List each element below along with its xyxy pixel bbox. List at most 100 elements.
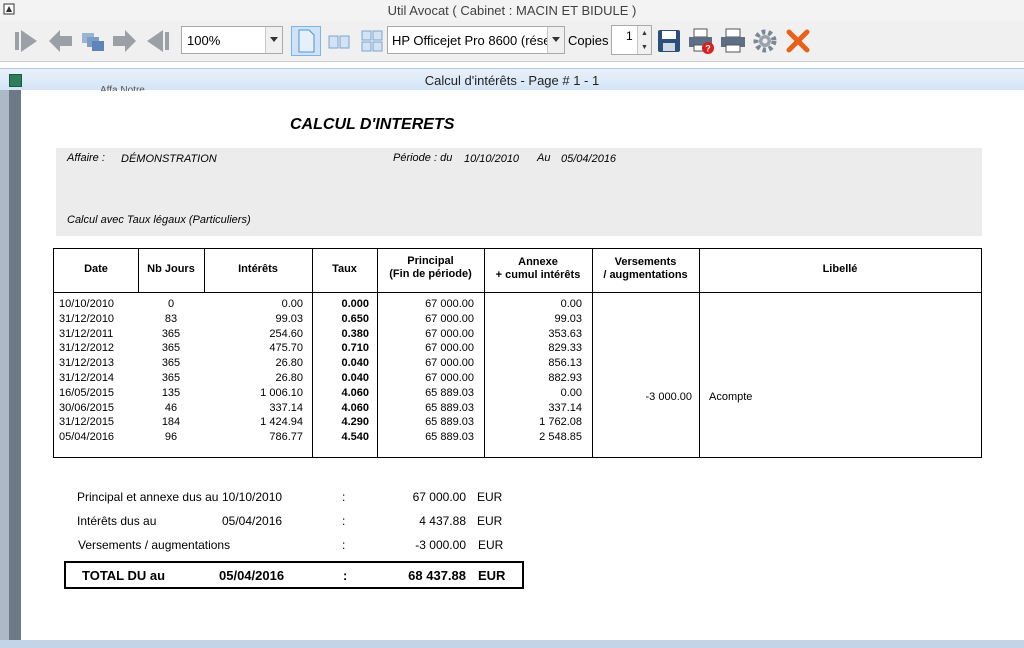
- next-page-button[interactable]: [110, 26, 140, 56]
- cell-annexe: 2 548.85: [539, 431, 582, 444]
- col-header-versements-line2: / augmentations: [603, 269, 688, 281]
- cell-date: 05/04/2016: [59, 431, 115, 444]
- table-row: 05/04/2016 96 786.77 4.540 65 889.03 2 548.85: [54, 430, 981, 445]
- interets-due-date: 05/04/2016: [222, 514, 283, 528]
- cell-principal: 65 889.03: [425, 401, 474, 414]
- cell-interets: 99.03: [275, 312, 303, 325]
- first-page-button[interactable]: [11, 26, 41, 56]
- print-button[interactable]: [718, 26, 748, 56]
- table-row: 31/12/2010 83 99.03 0.650 67 000.00 99.03: [54, 312, 981, 327]
- cell-jours: 46: [164, 401, 178, 414]
- four-page-view-button[interactable]: [357, 26, 387, 56]
- cell-taux: 0.650: [341, 312, 369, 325]
- table-row: 10/10/2010 0 0.00 0.000 67 000.00 0.00: [54, 297, 981, 312]
- document-title: Calcul d'intérêts - Page # 1 - 1: [424, 73, 600, 88]
- cell-annexe: 0.00: [560, 298, 582, 310]
- save-button[interactable]: [655, 26, 683, 56]
- col-header-principal-line1: Principal: [407, 255, 454, 267]
- versements-label: Versements / augmentations: [78, 538, 231, 552]
- periode-label: Période : du: [393, 152, 453, 164]
- report-title: CALCUL D'INTERETS: [290, 116, 455, 133]
- col-header-nb-jours: Nb Jours: [147, 263, 195, 275]
- cell-taux: 0.040: [341, 372, 369, 384]
- cell-jours: 365: [161, 327, 181, 340]
- prev-page-button[interactable]: [45, 26, 75, 56]
- header-separator: [54, 292, 981, 293]
- multi-page-icon: [82, 33, 104, 51]
- copies-stepper[interactable]: 1 ▲ ▼: [611, 25, 652, 55]
- printer-dropdown-arrow[interactable]: [547, 27, 564, 53]
- cell-jours: 83: [164, 312, 178, 325]
- interest-table: Date Nb Jours Intérêts Taux Principal (F…: [53, 248, 982, 458]
- close-preview-button[interactable]: [783, 26, 813, 56]
- last-page-icon: [147, 30, 169, 52]
- affaire-label: Affaire :: [67, 152, 105, 164]
- cell-taux: 4.290: [341, 416, 369, 429]
- window-title: Util Avocat ( Cabinet : MACIN ET BIDULE …: [387, 3, 637, 18]
- periode-au: Au: [537, 152, 551, 164]
- cell-jours: 96: [164, 431, 178, 444]
- prev-page-icon: [49, 30, 72, 52]
- next-page-icon: [113, 30, 136, 52]
- col-header-interets: Intérêts: [238, 263, 278, 275]
- copies-down-button[interactable]: ▼: [637, 40, 651, 54]
- cell-taux: 0.380: [341, 327, 369, 340]
- cell-annexe: 856.13: [548, 357, 582, 370]
- cell-interets: 26.80: [275, 372, 303, 384]
- col-header-principal-line2: (Fin de période): [389, 268, 472, 280]
- interets-due-value: 4 437.88: [419, 514, 466, 528]
- chevron-down-icon: [552, 37, 560, 42]
- bottom-border: [0, 640, 1024, 648]
- two-page-view-icon: [328, 35, 350, 49]
- two-page-view-button[interactable]: [324, 26, 354, 56]
- multi-page-button[interactable]: [78, 26, 108, 56]
- principal-currency: EUR: [477, 490, 503, 504]
- cell-jours: 135: [161, 386, 181, 399]
- col-header-taux: Taux: [332, 263, 357, 275]
- cell-principal: 67 000.00: [425, 372, 474, 384]
- cell-annexe: 0.00: [560, 386, 582, 399]
- zoom-select[interactable]: 100%: [181, 26, 283, 54]
- vertical-scrollbar[interactable]: [9, 90, 21, 648]
- affaire-value: DÉMONSTRATION: [121, 153, 217, 165]
- cell-annexe: 1 762.08: [539, 416, 582, 429]
- table-row: 16/05/2015 135 1 006.10 4.060 65 889.03 0.00: [54, 386, 981, 401]
- cell-annexe: 337.14: [548, 401, 582, 414]
- versements-colon: :: [342, 538, 346, 552]
- save-icon: [658, 30, 680, 52]
- settings-button[interactable]: [750, 26, 780, 56]
- table-row: 31/12/2011 365 254.60 0.380 67 000.00 353.63: [54, 327, 981, 342]
- four-page-view-icon: [361, 30, 383, 52]
- principal-due-value: 67 000.00: [412, 490, 466, 504]
- cell-taux: 0.710: [341, 342, 369, 355]
- cell-date: 10/10/2010: [59, 298, 115, 310]
- cell-annexe: 353.63: [548, 327, 582, 340]
- printer-value: HP Officejet Pro 8600 (rése: [392, 33, 551, 48]
- cell-jours: 365: [161, 372, 181, 384]
- print-preview-toolbar: 100% HP Officejet Pro 8600 (rése Copies …: [0, 21, 1024, 62]
- zoom-dropdown-arrow[interactable]: [265, 27, 282, 53]
- settings-gear-icon: [753, 29, 777, 53]
- col-header-annexe-line1: Annexe: [518, 256, 558, 268]
- cell-principal: 67 000.00: [425, 327, 474, 340]
- print-help-button[interactable]: ?: [686, 26, 716, 56]
- total-label: TOTAL DU au: [82, 568, 166, 583]
- interets-currency: EUR: [477, 514, 503, 528]
- last-page-button[interactable]: [143, 26, 173, 56]
- cell-interets: 254.60: [269, 327, 303, 340]
- cell-annexe: 99.03: [554, 312, 582, 325]
- close-icon: [786, 29, 810, 53]
- copies-up-button[interactable]: ▲: [637, 26, 651, 40]
- table-row: 31/12/2012 365 475.70 0.710 67 000.00 829.33: [54, 341, 981, 356]
- cell-date: 31/12/2013: [59, 357, 115, 370]
- cell-date: 30/06/2015: [59, 401, 115, 414]
- cell-interets: 1 006.10: [260, 386, 303, 399]
- document-title-bar: Calcul d'intérêts - Page # 1 - 1: [0, 68, 1024, 92]
- printer-select[interactable]: HP Officejet Pro 8600 (rése: [387, 26, 565, 54]
- print-help-icon: ?: [689, 28, 714, 54]
- cell-date: 31/12/2010: [59, 312, 115, 325]
- single-page-view-button[interactable]: [291, 26, 321, 56]
- total-date: 05/04/2016: [219, 568, 285, 583]
- principal-due-date: 10/10/2010: [222, 490, 283, 504]
- cell-jours: 365: [161, 342, 181, 355]
